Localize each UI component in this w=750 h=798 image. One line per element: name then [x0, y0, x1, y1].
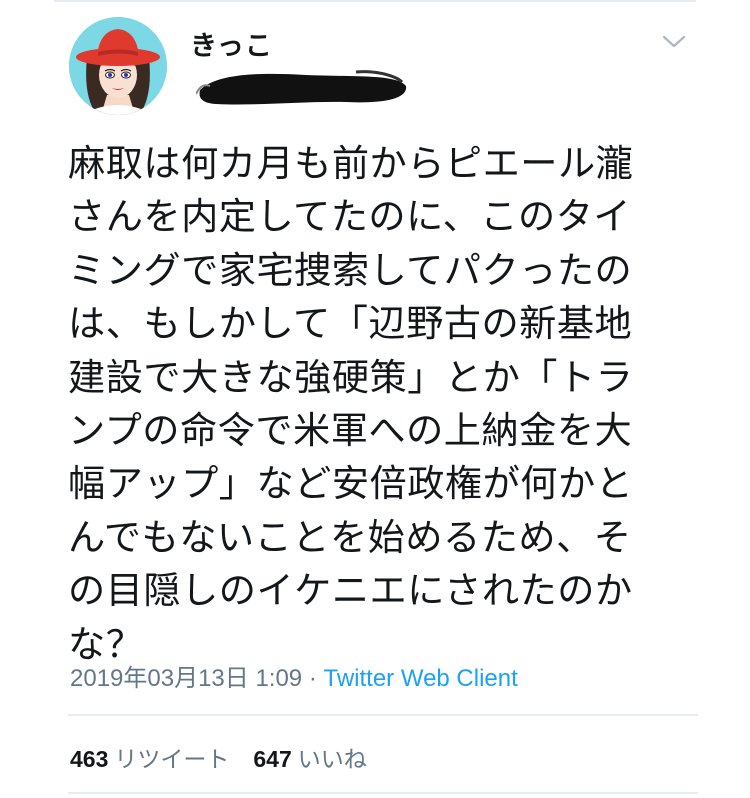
retweet-stat[interactable]: 463 リツイート	[70, 746, 229, 772]
redacted-handle	[196, 70, 407, 105]
client-link[interactable]: Twitter Web Client	[324, 665, 518, 692]
like-stat[interactable]: 647 いいね	[253, 746, 366, 772]
meta-separator: ·	[302, 665, 324, 692]
chevron-down-icon[interactable]	[662, 34, 686, 50]
avatar[interactable]	[69, 17, 167, 115]
avatar-illustration-icon	[69, 17, 167, 115]
retweet-label: リツイート	[114, 746, 230, 772]
retweet-count: 463	[70, 746, 109, 772]
top-divider	[54, 0, 696, 2]
tweet-text: 麻取は何カ月も前からピエール瀧 さんを内定してたのに、このタイ ミングで家宅捜索…	[68, 141, 634, 666]
like-count: 647	[253, 746, 292, 772]
tweet-metadata: 2019年03月13日 1:09 · Twitter Web Client	[70, 658, 518, 693]
display-name[interactable]: きっこ	[190, 24, 273, 63]
tweet-timestamp[interactable]: 2019年03月13日 1:09	[70, 665, 302, 692]
stats-divider-top	[68, 714, 698, 716]
like-label: いいね	[297, 746, 367, 772]
stats-divider-bottom	[68, 792, 698, 794]
tweet-stats: 463 リツイート 647 いいね	[70, 740, 367, 774]
